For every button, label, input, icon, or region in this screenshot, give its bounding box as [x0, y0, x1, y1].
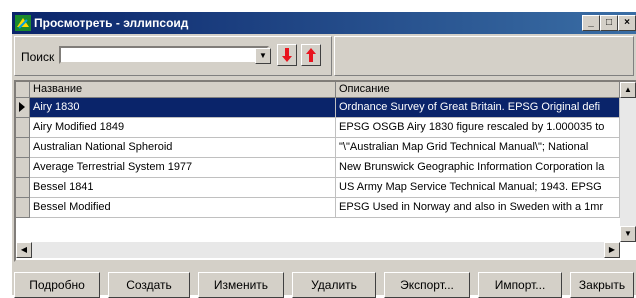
sort-up-button[interactable] — [301, 44, 321, 66]
arrow-right-small-icon: ▶ — [608, 245, 616, 254]
chevron-down-icon: ▼ — [259, 51, 267, 60]
search-input[interactable] — [59, 46, 269, 64]
row-indicator[interactable] — [16, 178, 30, 198]
arrow-up-icon — [306, 48, 316, 62]
window-title: Просмотреть - эллипсоид — [34, 16, 189, 30]
header-corner — [16, 82, 30, 98]
title-bar[interactable]: Просмотреть - эллипсоид _ □ × — [12, 12, 636, 34]
row-indicator[interactable] — [16, 118, 30, 138]
scroll-right-button[interactable]: ▶ — [604, 242, 620, 258]
arrow-up-small-icon: ▲ — [624, 85, 632, 94]
cell-name[interactable]: Airy 1830 — [30, 98, 336, 118]
current-row-pointer-icon — [19, 102, 25, 112]
minimize-button[interactable]: _ — [582, 15, 600, 31]
column-header-name[interactable]: Название — [30, 82, 336, 98]
maximize-button[interactable]: □ — [600, 15, 618, 31]
toolbar: Поиск ▼ — [14, 36, 634, 76]
scroll-up-button[interactable]: ▲ — [620, 82, 636, 98]
delete-button[interactable]: Удалить — [292, 272, 376, 298]
cell-description[interactable]: Ordnance Survey of Great Britain. EPSG O… — [336, 98, 620, 118]
scroll-down-button[interactable]: ▼ — [620, 226, 636, 242]
search-group: Поиск ▼ — [14, 36, 332, 76]
cell-description[interactable]: EPSG Used in Norway and also in Sweden w… — [336, 198, 620, 218]
row-indicator[interactable] — [16, 138, 30, 158]
cell-description[interactable]: US Army Map Service Technical Manual; 19… — [336, 178, 620, 198]
toolbar-empty-area — [334, 36, 634, 76]
row-indicator[interactable] — [16, 158, 30, 178]
edit-button[interactable]: Изменить — [198, 272, 284, 298]
sort-down-button[interactable] — [277, 44, 297, 66]
dialog-window: Просмотреть - эллипсоид _ □ × Поиск ▼ На… — [12, 12, 636, 298]
import-button[interactable]: Импорт... — [478, 272, 562, 298]
cell-description[interactable]: New Brunswick Geographic Information Cor… — [336, 158, 620, 178]
cell-name[interactable]: Airy Modified 1849 — [30, 118, 336, 138]
combo-dropdown-button[interactable]: ▼ — [255, 48, 271, 64]
cell-name[interactable]: Bessel 1841 — [30, 178, 336, 198]
create-button[interactable]: Создать — [108, 272, 190, 298]
arrow-left-small-icon: ◀ — [20, 245, 28, 254]
row-indicator[interactable] — [16, 98, 30, 118]
export-button[interactable]: Экспорт... — [384, 272, 470, 298]
cell-name[interactable]: Bessel Modified — [30, 198, 336, 218]
arrow-down-icon — [282, 48, 292, 62]
row-indicator[interactable] — [16, 198, 30, 218]
column-header-description[interactable]: Описание — [336, 82, 620, 98]
close-button[interactable]: Закрыть — [570, 272, 634, 298]
cell-description[interactable]: "\"Australian Map Grid Technical Manual\… — [336, 138, 620, 158]
details-button[interactable]: Подробно — [14, 272, 100, 298]
cell-name[interactable]: Australian National Spheroid — [30, 138, 336, 158]
scroll-left-button[interactable]: ◀ — [16, 242, 32, 258]
arrow-down-small-icon: ▼ — [624, 229, 632, 238]
horizontal-scrollbar[interactable]: ◀ ▶ — [16, 242, 620, 258]
ellipsoid-table: Название Описание Airy 1830 Ordnance Surv… — [14, 80, 636, 262]
globe-app-icon — [15, 15, 31, 31]
close-window-button[interactable]: × — [618, 15, 636, 31]
search-label: Поиск — [21, 50, 55, 64]
cell-description[interactable]: EPSG OSGB Airy 1830 figure rescaled by 1… — [336, 118, 620, 138]
vertical-scrollbar[interactable]: ▲ ▼ — [620, 82, 636, 242]
cell-name[interactable]: Average Terrestrial System 1977 — [30, 158, 336, 178]
